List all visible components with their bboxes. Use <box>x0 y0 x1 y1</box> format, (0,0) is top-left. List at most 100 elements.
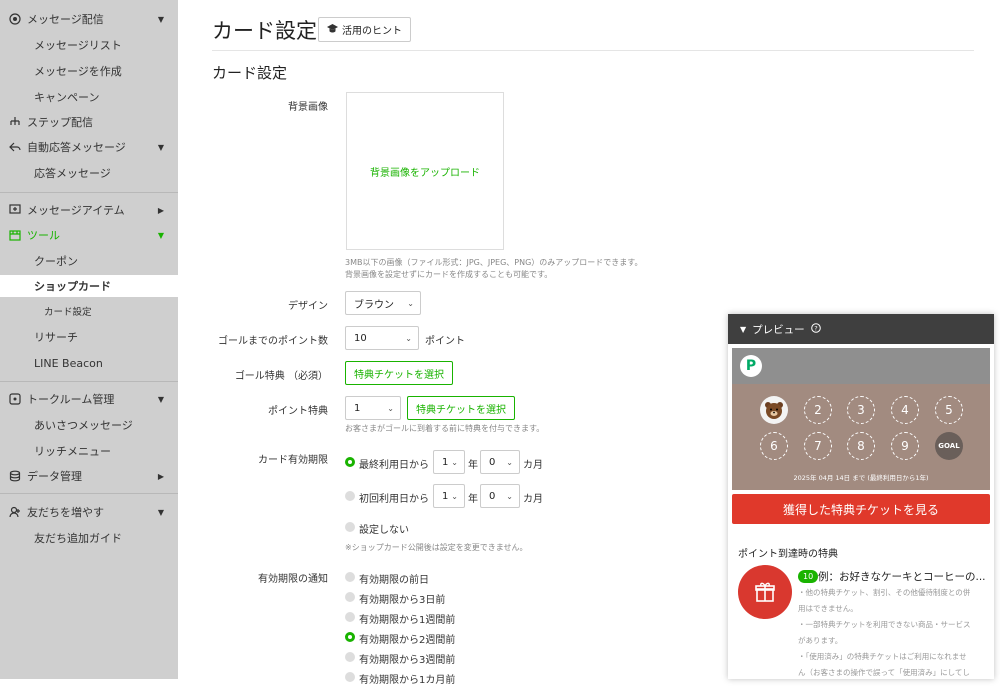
stamp-2: 2 <box>804 396 832 424</box>
sidebar-item-coupon[interactable]: クーポン <box>0 250 178 272</box>
preview-title: プレビュー <box>752 323 805 336</box>
stamp-6: 6 <box>760 432 788 460</box>
goal-points-value: 10 <box>354 332 367 344</box>
sidebar-item-data-management[interactable]: データ管理 ▶ <box>0 465 178 487</box>
broadcast-icon <box>8 12 22 26</box>
step-icon <box>8 115 22 129</box>
sidebar-item-reply-message[interactable]: 応答メッセージ <box>0 162 178 184</box>
tools-icon <box>8 228 22 242</box>
points-unit: ポイント <box>425 336 465 347</box>
validity-note: ※ショップカード公開後は設定を変更できません。 <box>345 543 528 552</box>
help-icon[interactable]: ? <box>810 322 821 336</box>
sidebar-label: キャンペーン <box>34 91 100 104</box>
radio-none[interactable] <box>345 522 355 532</box>
last-use-years-select[interactable]: 1 ⌄ <box>433 450 465 474</box>
design-select[interactable]: ブラウン ⌄ <box>345 291 421 315</box>
sidebar-item-shop-card[interactable]: ショップカード <box>0 275 178 297</box>
notify-opt: 有効期限から2週間前 <box>359 635 456 646</box>
chevron-right-icon: ▶ <box>157 205 164 215</box>
chevron-right-icon: ▶ <box>157 471 164 481</box>
chevron-down-icon: ⌄ <box>405 333 412 343</box>
chevron-down-icon: ⌄ <box>506 491 513 501</box>
opt-last-use-label: 最終利用日から <box>359 460 429 471</box>
sidebar-item-card-settings[interactable]: カード設定 <box>0 300 178 322</box>
radio-notify-3[interactable] <box>345 632 355 642</box>
sidebar-item-step-delivery[interactable]: ステップ配信 <box>0 111 178 133</box>
bg-upload-area[interactable]: 背景画像をアップロード <box>346 92 504 250</box>
stamp-4: 4 <box>891 396 919 424</box>
sidebar-item-tools[interactable]: ツール ▼ <box>0 224 178 246</box>
sidebar-item-greeting[interactable]: あいさつメッセージ <box>0 414 178 436</box>
card-band <box>732 348 990 384</box>
sidebar: メッセージ配信 ▼ メッセージリスト メッセージを作成 キャンペーン ステップ配… <box>0 0 178 679</box>
months-value: 0 <box>489 490 496 502</box>
hint-label: 活用のヒント <box>342 26 402 37</box>
reward-title: 例：お好きなケーキとコーヒーの... <box>818 571 986 583</box>
reward-desc-line: ・他の特典チケット、割引、その他優待制度との併 <box>798 588 971 597</box>
sidebar-label: リッチメニュー <box>34 445 111 458</box>
bg-upload-link[interactable]: 背景画像をアップロード <box>370 164 480 179</box>
design-value: ブラウン <box>354 299 394 311</box>
bg-image-label: 背景画像 <box>288 102 328 113</box>
goal-points-select[interactable]: 10 ⌄ <box>345 326 419 350</box>
point-reward-select[interactable]: 1 ⌄ <box>345 396 401 420</box>
sidebar-item-grow-friends[interactable]: 友だちを増やす ▼ <box>0 501 178 523</box>
bg-note-1: 3MB以下の画像（ファイル形式：JPG、JPEG、PNG）のみアップロードできま… <box>345 258 643 267</box>
preview-header[interactable]: ▼ プレビュー ? <box>728 314 994 344</box>
sidebar-label: メッセージアイテム <box>27 204 125 217</box>
sidebar-label: データ管理 <box>27 470 82 483</box>
sidebar-item-create-message[interactable]: メッセージを作成 <box>0 60 178 82</box>
preview-panel: ▼ プレビュー ? P 2 3 4 5 6 7 8 9 GOAL 2025年 0… <box>728 314 994 679</box>
point-reward-note: お客さまがゴールに到着する前に特典を付与できます。 <box>345 424 545 433</box>
sidebar-label: ショップカード <box>34 280 111 293</box>
sidebar-divider <box>0 192 178 193</box>
radio-last-use[interactable] <box>345 457 355 467</box>
shop-card-preview: P 2 3 4 5 6 7 8 9 GOAL 2025年 04月 14日 まで … <box>732 348 990 490</box>
chevron-down-icon: ⌄ <box>451 491 458 501</box>
sidebar-item-chat-management[interactable]: トークルーム管理 ▼ <box>0 388 178 410</box>
hint-button[interactable]: 活用のヒント <box>318 17 411 42</box>
goal-ticket-select-button[interactable]: 特典チケットを選択 <box>345 361 453 385</box>
sidebar-item-rich-menu[interactable]: リッチメニュー <box>0 440 178 462</box>
stamp-7: 7 <box>804 432 832 460</box>
radio-notify-5[interactable] <box>345 672 355 682</box>
goal-reward-label: ゴール特典 （必須） <box>234 371 328 382</box>
card-expiry-date: 2025年 04月 14日 まで (最終利用日から1年) <box>793 474 929 482</box>
radio-notify-4[interactable] <box>345 652 355 662</box>
view-tickets-button[interactable]: 獲得した特典チケットを見る <box>732 494 990 524</box>
radio-first-use[interactable] <box>345 491 355 501</box>
sidebar-label: あいさつメッセージ <box>34 419 133 432</box>
sidebar-item-campaign[interactable]: キャンペーン <box>0 86 178 108</box>
first-use-years-select[interactable]: 1 ⌄ <box>433 484 465 508</box>
notify-opt: 有効期限から1週間前 <box>359 615 456 626</box>
chevron-down-icon: ▼ <box>157 142 164 152</box>
sidebar-item-message-list[interactable]: メッセージリスト <box>0 34 178 56</box>
notify-opt: 有効期限から3週間前 <box>359 655 456 666</box>
chevron-down-icon: ▼ <box>157 14 164 24</box>
validity-label: カード有効期限 <box>258 455 328 466</box>
chevron-down-icon: ▼ <box>157 507 164 517</box>
reward-desc-line: ・「使用済み」の特典チケットはご利用になれませ <box>798 652 967 661</box>
sidebar-divider <box>0 493 178 494</box>
radio-notify-0[interactable] <box>345 572 355 582</box>
shop-logo: P <box>740 355 762 377</box>
first-use-months-select[interactable]: 0 ⌄ <box>480 484 520 508</box>
radio-notify-2[interactable] <box>345 612 355 622</box>
month-unit: カ月 <box>523 460 543 471</box>
sidebar-label: ツール <box>27 229 60 242</box>
svg-text:?: ? <box>814 324 817 332</box>
sidebar-item-research[interactable]: リサーチ <box>0 326 178 348</box>
sidebar-item-friend-guide[interactable]: 友だち追加ガイド <box>0 527 178 549</box>
sidebar-item-message-items[interactable]: メッセージアイテム ▶ <box>0 199 178 221</box>
point-reward-label: ポイント特典 <box>268 406 328 417</box>
sidebar-item-auto-reply[interactable]: 自動応答メッセージ ▼ <box>0 136 178 158</box>
radio-notify-1[interactable] <box>345 592 355 602</box>
stamp-goal: GOAL <box>935 432 963 460</box>
sidebar-label: トークルーム管理 <box>27 393 115 406</box>
sidebar-item-line-beacon[interactable]: LINE Beacon <box>0 352 178 374</box>
sidebar-item-message-delivery[interactable]: メッセージ配信 ▼ <box>0 8 178 30</box>
reward-desc-line: ん（お客さまの操作で誤って「使用済み」にしてし <box>798 668 970 677</box>
last-use-months-select[interactable]: 0 ⌄ <box>480 450 520 474</box>
point-ticket-select-button[interactable]: 特典チケットを選択 <box>407 396 515 420</box>
sidebar-label: メッセージを作成 <box>34 65 122 78</box>
